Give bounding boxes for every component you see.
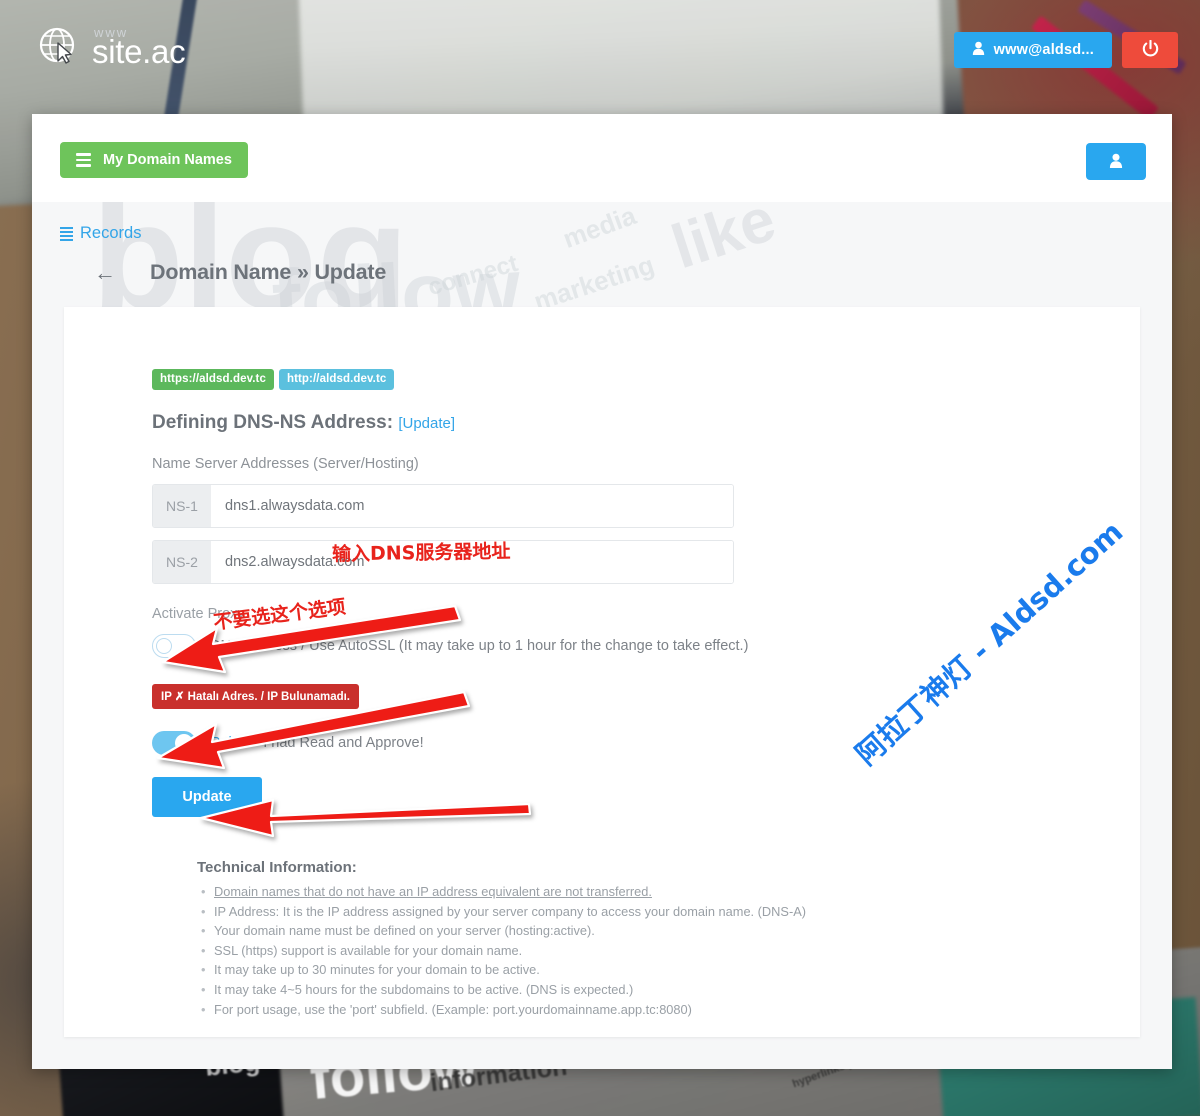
list-item: It may take 4~5 hours for the subdomains… [201,980,1140,1000]
ns1-input[interactable] [211,485,733,527]
logout-button[interactable] [1122,32,1178,68]
screen-root: blog follow information hyperlinks provi… [0,0,1200,1116]
header-actions: www@aldsd... [953,32,1178,68]
user-icon [1109,153,1123,171]
app-panel: My Domain Names blog follow like media m… [32,114,1172,1069]
list-item: Your domain name must be defined on your… [201,921,1140,941]
account-button-label: www@aldsd... [993,42,1094,58]
panel-account-button[interactable] [1086,143,1146,180]
brand-logo: www site.ac [36,24,186,70]
section-update-link[interactable]: [Update] [398,415,455,432]
name-server-label: Name Server Addresses (Server/Hosting) [152,456,419,472]
ns1-tag: NS-1 [153,485,211,527]
user-icon [972,41,985,59]
annotation-arrow-update [193,790,533,838]
list-icon [60,226,73,241]
section-title: Defining DNS-NS Address: [Update] [152,412,1140,434]
panel-navbar: My Domain Names [32,114,1172,202]
brand-name-label: site.ac [92,33,186,70]
list-item: IP Address: It is the IP address assigne… [201,902,1140,922]
badge-http[interactable]: http://aldsd.dev.tc [278,369,395,390]
back-arrow-icon[interactable]: ← [94,261,116,284]
section-title-text: Defining DNS-NS Address: [152,412,394,433]
ns1-row: NS-1 [152,484,734,528]
list-item: Domain names that do not have an IP addr… [201,882,1140,902]
my-domain-names-label: My Domain Names [103,152,232,168]
list-item: SSL (https) support is available for you… [201,941,1140,961]
technical-heading: Technical Information: [197,859,357,876]
list-item: For port usage, use the 'port' subfield.… [201,1000,1140,1020]
globe-cursor-icon [36,24,82,70]
breadcrumb-label: Records [80,224,142,242]
page-title: Domain Name » Update [150,260,387,284]
technical-information: Technical Information: Domain names that… [197,859,1140,1019]
account-button[interactable]: www@aldsd... [953,32,1112,68]
breadcrumb[interactable]: Records [60,224,1172,243]
hamburger-icon [76,153,91,167]
technical-list: Domain names that do not have an IP addr… [197,882,1140,1019]
annotation-arrow-proxy [155,600,465,675]
ns2-tag: NS-2 [153,541,211,583]
badge-https[interactable]: https://aldsd.dev.tc [152,369,274,390]
power-icon [1142,39,1159,61]
url-badges: https://aldsd.dev.tc http://aldsd.dev.tc [152,369,1140,390]
page-title-row: ← Domain Name » Update [94,260,1172,285]
list-item: It may take up to 30 minutes for your do… [201,960,1140,980]
ns2-row: NS-2 [152,540,734,584]
my-domain-names-button[interactable]: My Domain Names [60,142,248,178]
ns2-input[interactable] [211,541,733,583]
top-header: www site.ac www@aldsd... [0,0,1200,100]
annotation-arrow-rules [152,688,472,770]
technical-item-0: Domain names that do not have an IP addr… [214,884,652,899]
